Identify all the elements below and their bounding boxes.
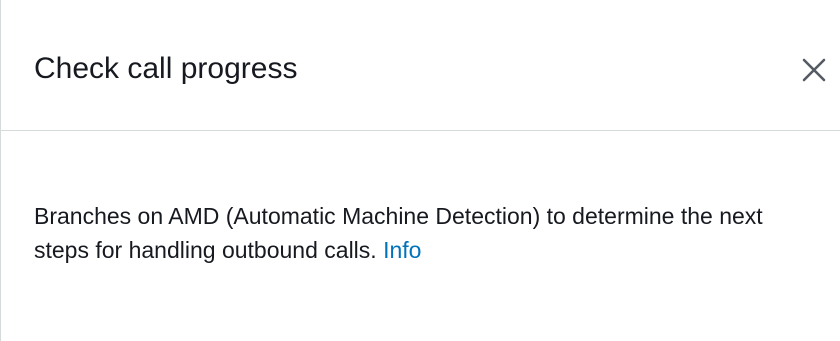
panel-header: Check call progress	[1, 0, 840, 131]
info-link[interactable]: Info	[383, 237, 421, 263]
close-icon	[802, 58, 826, 82]
close-button[interactable]	[796, 52, 832, 88]
panel-description-paragraph: Branches on AMD (Automatic Machine Detec…	[34, 199, 814, 267]
panel-title: Check call progress	[34, 52, 298, 85]
check-call-progress-panel: Check call progress Branches on AMD (Aut…	[0, 0, 840, 341]
